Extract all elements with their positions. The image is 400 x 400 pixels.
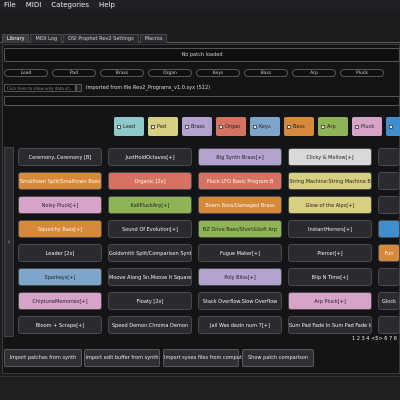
patch-button[interactable]: Fun <box>378 244 400 262</box>
import-patches-button[interactable]: Import patches from synth <box>4 349 82 367</box>
show-comparison-button[interactable]: Show patch comparison <box>242 349 314 367</box>
category-chip[interactable]: Brass <box>182 117 212 136</box>
tab-midi-log[interactable]: MIDI Log <box>30 34 63 43</box>
import-info: Imported from file Rev2_Programs_v1.0.sy… <box>86 85 211 91</box>
patch-button[interactable]: Glow of the Alps[+] <box>288 196 372 214</box>
filter-dropdown[interactable] <box>76 84 82 92</box>
category-chip[interactable]: Keys <box>250 117 280 136</box>
patch-button[interactable]: Blip N Time[+] <box>288 268 372 286</box>
patch-button[interactable]: BZ Drive Bass/Short&Soft Arp <box>198 220 282 238</box>
patch-button[interactable] <box>378 316 400 334</box>
tab-macros[interactable]: Macros <box>139 34 168 43</box>
chip-label: Pluck <box>361 123 375 130</box>
chip-label: Brass <box>191 123 205 130</box>
chip-label: Pad <box>157 123 167 130</box>
chip-checkbox[interactable] <box>389 124 393 129</box>
patch-button[interactable] <box>378 196 400 214</box>
chip-checkbox[interactable] <box>219 124 223 129</box>
category-lead[interactable]: Lead <box>4 69 48 77</box>
status-bar <box>0 376 400 400</box>
patch-button[interactable]: Jail Was dezin num 7[+] <box>198 316 282 334</box>
patch-button[interactable]: Speed Demon.Chroma Demon <box>108 316 192 334</box>
menu-categories[interactable]: Categories <box>51 1 89 9</box>
category-chip[interactable]: Organ <box>216 117 246 136</box>
patch-button[interactable]: Pluck LFO Basic Program B <box>198 172 282 190</box>
patch-button[interactable]: Arp Pluck[+] <box>288 292 372 310</box>
patch-button[interactable]: JustHoldOctaves[+] <box>108 148 192 166</box>
chip-checkbox[interactable] <box>321 124 325 129</box>
patch-button[interactable]: Stack Overflow.Slow Overflow <box>198 292 282 310</box>
patch-button[interactable] <box>378 148 400 166</box>
patch-button[interactable]: Big Synth Brass[+] <box>198 148 282 166</box>
patch-button[interactable]: Sound Of Evolution[+] <box>108 220 192 238</box>
patch-button[interactable]: String Machine:String Machine B <box>288 172 372 190</box>
patch-button[interactable]: Poly Bliss[+] <box>198 268 282 286</box>
filter-input[interactable]: Click here to show only data of... <box>4 84 76 92</box>
category-row: Lead Pad Brass Organ Keys Bass Arp Pluck <box>4 69 400 78</box>
import-sysex-button[interactable]: Import sysex files from computer <box>163 349 247 367</box>
category-chip[interactable]: Bass <box>284 117 314 136</box>
search-bar[interactable] <box>4 96 400 106</box>
menu-bar: File MIDI Categories Help <box>0 0 400 9</box>
chip-checkbox[interactable] <box>117 124 121 129</box>
category-chip[interactable]: Lead <box>114 117 144 136</box>
tab-rev2-settings[interactable]: DSI Prophet Rev2 Settings <box>63 34 139 43</box>
chip-label: Keys <box>259 123 271 130</box>
patch-button[interactable]: Goldsmith Split/Comparison Synth <box>108 244 192 262</box>
category-chip[interactable]: Arp <box>318 117 348 136</box>
chip-label: Arp <box>327 123 336 130</box>
category-arp[interactable]: Arp <box>292 69 336 77</box>
patch-button[interactable]: Organic [2x] <box>108 172 192 190</box>
menu-help[interactable]: Help <box>99 1 115 9</box>
chip-label: Organ <box>225 123 241 130</box>
category-chip[interactable]: Pad <box>148 117 178 136</box>
tab-library[interactable]: Library <box>2 34 30 43</box>
patch-button[interactable]: Floaty [2x] <box>108 292 192 310</box>
chip-checkbox[interactable] <box>151 124 155 129</box>
chip-checkbox[interactable] <box>355 124 359 129</box>
category-brass[interactable]: Brass <box>100 69 144 77</box>
patch-button[interactable]: Sparkeys[+] <box>18 268 102 286</box>
patch-button[interactable]: Moove Along Sn.Moove It Squares <box>108 268 192 286</box>
chip-checkbox[interactable] <box>287 124 291 129</box>
menu-file[interactable]: File <box>4 1 16 9</box>
patch-button[interactable] <box>378 172 400 190</box>
chip-label: Bass <box>293 123 305 130</box>
tab-bar: Library MIDI Log DSI Prophet Rev2 Settin… <box>0 31 400 43</box>
patch-button[interactable]: Noisy Pluck[+] <box>18 196 102 214</box>
patch-button[interactable]: Squelchy Bass[+] <box>18 220 102 238</box>
patch-button[interactable]: ChiptuneMemories[+] <box>18 292 102 310</box>
patch-button[interactable] <box>378 268 400 286</box>
page-navigation[interactable]: 1 2 3 4 <5> 6 7 8 <box>352 336 397 342</box>
category-chip[interactable]: Pluck <box>352 117 382 136</box>
chip-label: Lead <box>123 123 136 130</box>
patch-button[interactable]: Leader [2x] <box>18 244 102 262</box>
patch-button[interactable]: Bvern Bass/Damaged Brass <box>198 196 282 214</box>
category-pad[interactable]: Pad <box>52 69 96 77</box>
patch-button[interactable]: Piercer[+] <box>288 244 372 262</box>
patch-button[interactable]: KallPluckArp[+] <box>108 196 192 214</box>
menu-midi[interactable]: MIDI <box>26 1 42 9</box>
patch-button[interactable]: InstantHorrors[+] <box>288 220 372 238</box>
category-pluck[interactable]: Pluck <box>340 69 384 77</box>
patch-button[interactable]: Ceremony..Ceremony [B] <box>18 148 102 166</box>
category-keys[interactable]: Keys <box>196 69 240 77</box>
import-edit-buffer-button[interactable]: Import edit buffer from synth <box>84 349 160 367</box>
patch-button[interactable]: Smalltown Split/Smalltown Bass <box>18 172 102 190</box>
patch-button[interactable]: Sum Pad Fade In.Sum Pad Fade In B <box>288 316 372 334</box>
filter-row: Click here to show only data of... Impor… <box>4 84 400 92</box>
patch-button[interactable]: Fugue Maker[+] <box>198 244 282 262</box>
category-chip[interactable] <box>386 117 400 136</box>
patch-button[interactable]: Bloom + Scrape[+] <box>18 316 102 334</box>
chip-checkbox[interactable] <box>253 124 257 129</box>
patch-button[interactable]: Clicky & Mellow[+] <box>288 148 372 166</box>
category-bass[interactable]: Bass <box>244 69 288 77</box>
category-organ[interactable]: Organ <box>148 69 192 77</box>
scroll-left-button[interactable]: ‹ <box>4 147 14 337</box>
patch-status: No patch loaded <box>4 48 400 62</box>
patch-button[interactable]: Glock <box>378 292 400 310</box>
patch-button[interactable] <box>378 220 400 238</box>
chip-checkbox[interactable] <box>185 124 189 129</box>
